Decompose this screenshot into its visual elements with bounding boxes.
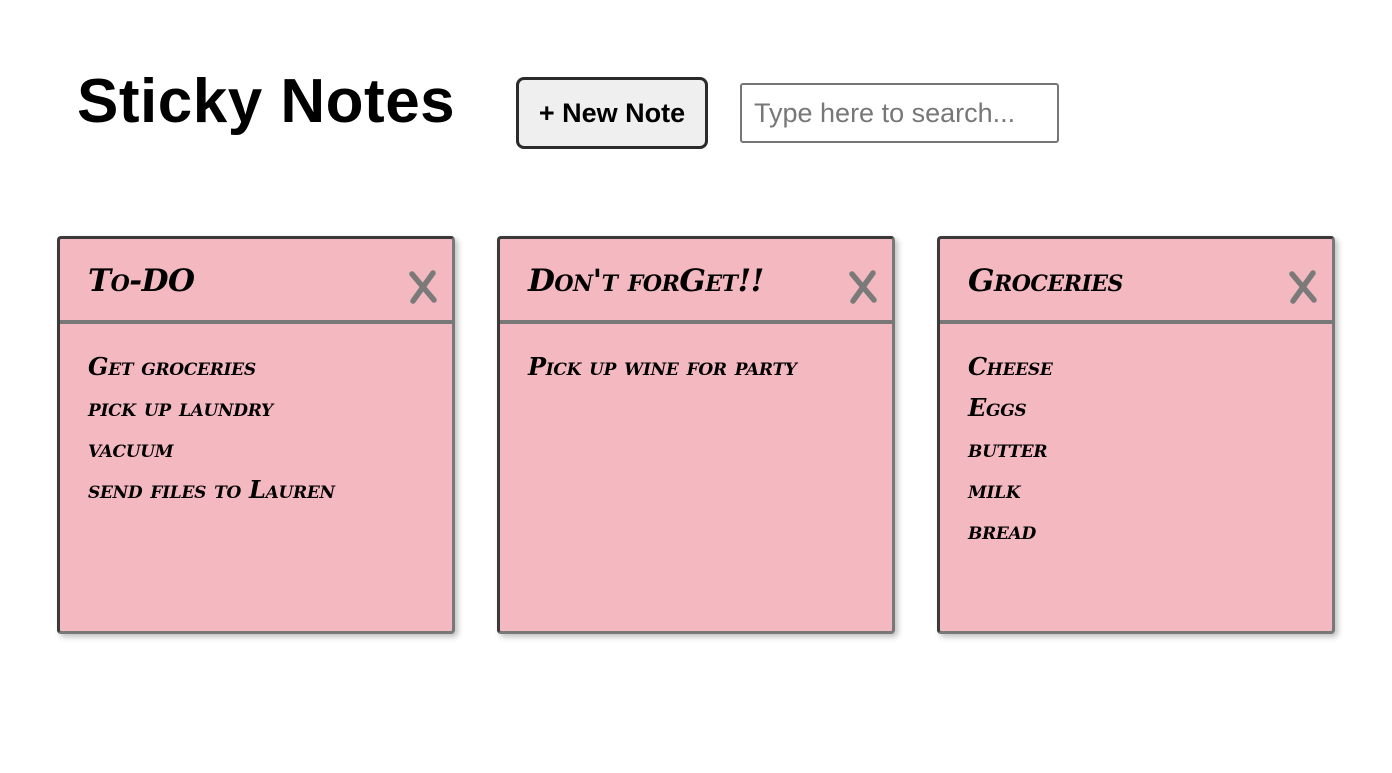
note-line: Cheese	[968, 352, 1053, 381]
note-title[interactable]: Groceries	[968, 261, 1123, 301]
close-icon[interactable]	[846, 267, 880, 307]
note-body[interactable]: Cheese Eggs butter milk bread	[940, 324, 1332, 551]
note-line: milk	[968, 475, 1021, 504]
app-title: Sticky Notes	[77, 67, 456, 136]
note-line: send files to Lauren	[88, 475, 335, 504]
note-line: pick up laundry	[88, 393, 273, 422]
close-icon[interactable]	[1286, 267, 1320, 307]
note-line: Eggs	[968, 393, 1027, 422]
note-card[interactable]: Groceries Cheese Eggs butter milk bread	[937, 236, 1335, 634]
note-body[interactable]: Pick up wine for party	[500, 324, 892, 387]
note-header: Don't forGet!!	[500, 239, 892, 324]
note-header: Groceries	[940, 239, 1332, 324]
note-line: butter	[968, 434, 1048, 463]
note-title[interactable]: Don't forGet!!	[528, 261, 764, 301]
close-icon[interactable]	[406, 267, 440, 307]
note-card[interactable]: Don't forGet!! Pick up wine for party	[497, 236, 895, 634]
app-header: Sticky Notes	[77, 64, 455, 140]
note-body[interactable]: Get groceries pick up laundry vacuum sen…	[60, 324, 452, 510]
note-line: Pick up wine for party	[528, 352, 797, 381]
note-line: Get groceries	[88, 352, 256, 381]
note-card[interactable]: To-DO Get groceries pick up laundry vacu…	[57, 236, 455, 634]
note-line: vacuum	[88, 434, 174, 463]
note-title[interactable]: To-DO	[88, 261, 195, 301]
note-header: To-DO	[60, 239, 452, 324]
note-line: bread	[968, 516, 1036, 545]
new-note-button[interactable]: + New Note	[516, 77, 708, 149]
sticky-notes-page: Sticky Notes + New Note To-DO Get grocer…	[0, 0, 1392, 773]
search-input[interactable]	[740, 83, 1059, 143]
